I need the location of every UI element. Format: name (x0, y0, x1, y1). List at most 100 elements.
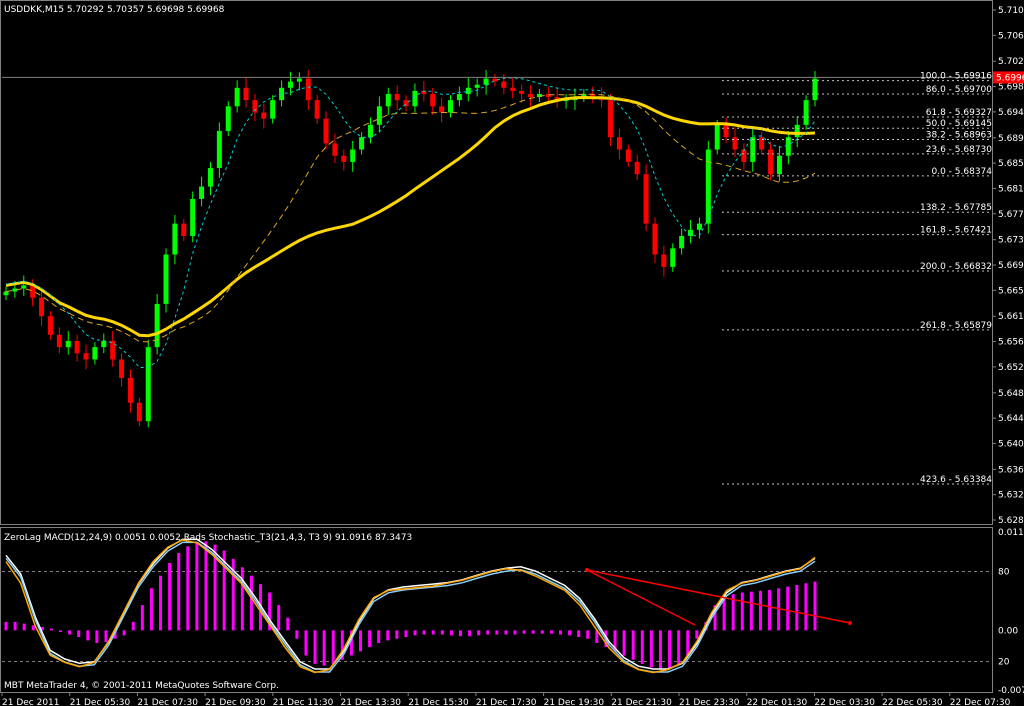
candle-body (56, 334, 62, 348)
macd-histogram-bar (195, 542, 199, 631)
macd-histogram-bar (395, 630, 399, 639)
macd-histogram-bar (404, 630, 408, 638)
price-tick-label: 5.64860 (998, 389, 1024, 399)
macd-histogram-bar (286, 617, 290, 631)
macd-histogram-bar (786, 586, 790, 631)
macd-histogram-bar (449, 630, 453, 636)
candle-body (439, 106, 445, 113)
price-tick-label: 5.62800 (998, 516, 1024, 526)
candle-body (270, 100, 276, 119)
fib-level-label: 100.0 - 5.69916 (920, 72, 992, 82)
macd-histogram-bar (149, 588, 153, 631)
axis-layer: 5.71060 5.70650 5.70230 5.69820 5.69410 5.689… (1, 6, 1024, 706)
macd-histogram-bar (522, 630, 526, 634)
macd-histogram-bar (758, 590, 762, 631)
macd-histogram-bar (668, 630, 672, 669)
candle-body (794, 124, 800, 138)
macd-histogram-bar (359, 630, 363, 652)
macd-histogram-bar (204, 541, 208, 631)
time-tick-label: 21 Dec 2011 (2, 698, 60, 706)
candle-body (163, 254, 169, 304)
macd-histogram-bar (631, 630, 635, 660)
candle-body (483, 78, 489, 85)
candle-body (750, 137, 756, 162)
candle-body (643, 174, 649, 224)
macd-histogram-bar (295, 630, 299, 639)
candle-body (394, 93, 400, 101)
macd-histogram-bar (277, 605, 281, 631)
candle-body (92, 347, 98, 360)
macd-histogram-bar (59, 630, 63, 633)
macd-histogram-bar (422, 630, 426, 635)
price-tick-label: 5.63210 (998, 491, 1024, 501)
macd-histogram-bar (549, 630, 553, 634)
candle-body (287, 81, 293, 88)
time-tick-label: 21 Dec 17:30 (476, 698, 537, 706)
fib-level-label: 261.8 - 5.65879 (920, 321, 992, 331)
candle-body (261, 112, 267, 119)
price-tick-label: 5.66520 (998, 286, 1024, 296)
macd-histogram-bar (458, 630, 462, 637)
macd-histogram-bar (331, 630, 335, 664)
macd-histogram-bar (768, 589, 772, 631)
macd-histogram-bar (468, 630, 472, 637)
macd-histogram-bar (31, 625, 35, 631)
candle-body (456, 93, 462, 101)
price-tick-label: 5.64450 (998, 414, 1024, 424)
macd-histogram-bar (749, 591, 753, 631)
fib-level-label: 86.0 - 5.69700 (926, 85, 992, 95)
candle-body (501, 81, 507, 88)
macd-histogram-bar (186, 546, 190, 631)
main-chart-title: USDDKK,M15 5.70292 5.70357 5.69698 5.699… (4, 5, 225, 15)
candle-body (812, 78, 818, 101)
macd-histogram-bar (377, 630, 381, 643)
price-tick-label: 5.68990 (998, 134, 1024, 144)
macd-histogram-bar (586, 630, 590, 639)
time-tick-label: 21 Dec 23:30 (679, 698, 740, 706)
candle-body (474, 84, 480, 88)
candle-body (723, 124, 729, 138)
macd-histogram-bar (77, 630, 81, 638)
macd-histogram-bar (622, 630, 626, 656)
fib-level-label: 61.8 - 5.69327 (926, 108, 992, 118)
macd-histogram-bar (240, 567, 244, 631)
macd-histogram-bar (322, 630, 326, 666)
macd-histogram-bar (568, 630, 572, 636)
candle-body (3, 291, 9, 296)
candle-body (670, 248, 676, 267)
candle-body (83, 353, 89, 360)
macd-histogram-bar (558, 630, 562, 635)
candle-body (385, 93, 391, 107)
divergence-line (586, 569, 851, 624)
candle-body (101, 340, 107, 348)
fib-level-label: 0.0 - 5.68374 (932, 167, 993, 177)
candle-body (634, 161, 640, 175)
ma-long-line (5, 95, 816, 338)
price-tick-label: 5.63620 (998, 465, 1024, 475)
macd-histogram-bar (49, 628, 53, 631)
price-tick-label: 5.67760 (998, 210, 1024, 220)
time-tick-label: 21 Dec 13:30 (341, 698, 402, 706)
divergence-point (585, 568, 589, 572)
time-tick-label: 21 Dec 21:30 (611, 698, 672, 706)
main-chart-layer: 100.0 - 5.69916 86.0 - 5.69700 61.8 - 5.69… (2, 69, 993, 485)
macd-histogram-bar (22, 623, 26, 631)
candle-body (741, 149, 747, 162)
fib-level-label: 23.6 - 5.68730 (926, 145, 992, 155)
indicator-title: ZeroLag MACD(12,24,9) 0.0051 0.0052 Rads… (4, 533, 412, 543)
candle-body (376, 106, 382, 125)
macd-histogram-bar (577, 630, 581, 638)
macd-histogram-bar (531, 630, 535, 634)
candle-body (190, 198, 196, 236)
macd-histogram-bar (86, 630, 90, 641)
chart-window: 100.0 - 5.69916 86.0 - 5.69700 61.8 - 5.69… (0, 0, 1024, 706)
candle-body (350, 149, 356, 162)
macd-histogram-bar (513, 630, 517, 635)
fib-level-label: 50.0 - 5.69145 (926, 119, 992, 129)
candle-body (216, 131, 222, 169)
candle-body (661, 254, 667, 267)
indicator-tick-label: 20 (998, 658, 1010, 668)
macd-histogram-bar (122, 630, 126, 636)
candle-body (519, 90, 525, 94)
band-line (5, 77, 816, 368)
